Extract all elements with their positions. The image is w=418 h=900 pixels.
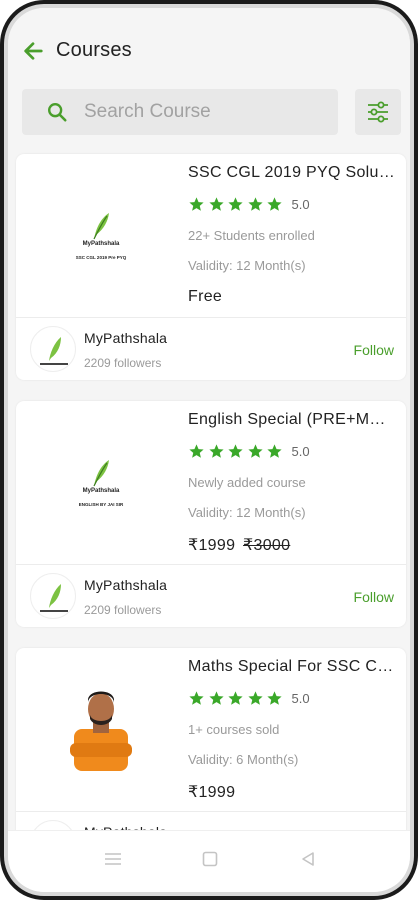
course-thumbnail: MyPathshala ENGLISH BY JAI SIR — [28, 421, 174, 543]
course-validity: Validity: 12 Month(s) — [188, 258, 306, 273]
course-thumbnail: MyPathshala SSC CGL 2019 Pre PYQ — [28, 174, 174, 296]
feather-logo-icon — [93, 459, 109, 486]
back-triangle-icon[interactable] — [300, 851, 316, 867]
course-sales: 1+ courses sold — [188, 722, 280, 737]
rating-value: 5.0 — [291, 196, 310, 212]
filter-sliders-icon — [368, 101, 388, 123]
rating-stars: 5.0 — [188, 194, 310, 214]
feather-logo-icon — [40, 584, 68, 612]
star-icon — [189, 690, 204, 705]
follow-button[interactable]: Follow — [354, 342, 394, 358]
author-followers: 2209 followers — [84, 356, 162, 370]
star-icon — [247, 196, 263, 211]
star-icon — [247, 443, 263, 458]
thumbnail-brand: MyPathshala — [82, 240, 120, 247]
thumbnail-brand: MyPathshala — [82, 487, 120, 494]
star-icon — [247, 690, 263, 705]
device-frame: Courses Search Course MyPathshala SSC CG… — [0, 0, 418, 900]
system-nav-bar — [8, 830, 410, 892]
star-icon — [208, 690, 224, 705]
star-icon — [267, 196, 282, 211]
course-enrollment: 22+ Students enrolled — [188, 228, 315, 243]
star-icon — [228, 443, 243, 458]
search-icon — [48, 103, 67, 122]
author-name[interactable]: MyPathshala — [84, 330, 167, 346]
filter-button[interactable] — [355, 89, 401, 135]
course-card[interactable]: MyPathshala SSC CGL 2019 Pre PYQ SSC CGL… — [16, 154, 406, 380]
star-icon — [208, 196, 224, 211]
author-row: MyPathshala 2209 followers Follow — [16, 318, 406, 380]
menu-icon[interactable] — [104, 851, 122, 867]
app-header: Courses — [8, 8, 410, 88]
rating-value: 5.0 — [291, 690, 310, 706]
star-icon — [228, 196, 243, 211]
course-status: Newly added course — [188, 475, 306, 490]
course-price: ₹1999 ₹3000 — [188, 535, 290, 555]
author-row: MyPathshala 2209 followers Follow — [16, 565, 406, 627]
instructor-photo — [70, 691, 132, 771]
star-icon — [189, 196, 204, 211]
feather-logo-icon — [40, 337, 68, 365]
course-price: Free — [188, 288, 222, 306]
thumbnail-caption: ENGLISH BY JAI SIR — [78, 501, 124, 507]
course-title[interactable]: English Special (PRE+MAI... — [188, 411, 396, 429]
price-original: ₹3000 — [243, 537, 291, 554]
course-validity: Validity: 6 Month(s) — [188, 752, 299, 767]
star-icon — [267, 690, 282, 705]
thumbnail-caption: SSC CGL 2019 Pre PYQ — [75, 254, 127, 260]
course-price: ₹1999 — [188, 782, 235, 802]
feather-logo-icon — [93, 212, 109, 239]
avatar[interactable] — [30, 573, 76, 619]
home-square-icon[interactable] — [202, 851, 218, 867]
course-title[interactable]: SSC CGL 2019 PYQ Soluti... — [188, 164, 396, 182]
rating-stars: 5.0 — [188, 688, 310, 708]
search-bar[interactable] — [22, 89, 338, 135]
star-icon — [267, 443, 282, 458]
page-title: Courses — [56, 39, 132, 61]
follow-button[interactable]: Follow — [354, 589, 394, 605]
rating-value: 5.0 — [291, 443, 310, 459]
back-arrow-icon[interactable] — [22, 40, 44, 62]
app-screen: Courses Search Course MyPathshala SSC CG… — [8, 8, 410, 892]
star-icon — [189, 443, 204, 458]
course-card[interactable]: MyPathshala ENGLISH BY JAI SIR English S… — [16, 401, 406, 627]
author-followers: 2209 followers — [84, 603, 162, 617]
rating-stars: 5.0 — [188, 441, 310, 461]
author-name[interactable]: MyPathshala — [84, 577, 167, 593]
price-current: ₹1999 — [188, 784, 236, 801]
price-current: ₹1999 — [188, 537, 236, 554]
course-thumbnail — [28, 668, 174, 790]
course-title[interactable]: Maths Special For SSC CGL — [188, 658, 396, 676]
star-icon — [208, 443, 224, 458]
avatar[interactable] — [30, 326, 76, 372]
course-validity: Validity: 12 Month(s) — [188, 505, 306, 520]
star-icon — [228, 690, 243, 705]
price-current: Free — [188, 288, 223, 305]
search-input[interactable] — [84, 89, 324, 135]
